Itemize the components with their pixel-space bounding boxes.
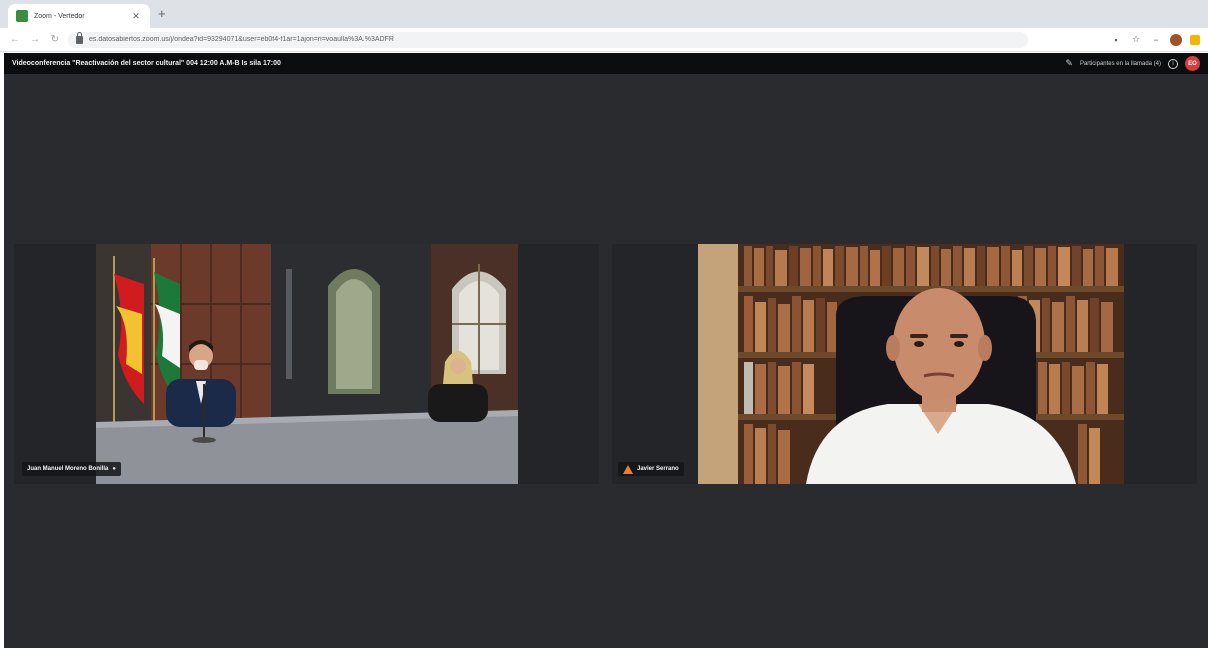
back-icon[interactable]: ← [8,34,22,45]
mic-icon: ● [112,466,116,472]
warning-icon [623,464,633,474]
url-text: es.datosabiertos.zoom.us/j/ondea?id=9329… [89,36,394,43]
meeting-title: Videoconferencia "Reactivación del secto… [12,60,281,67]
bookmark-star-icon[interactable]: ☆ [1130,34,1142,45]
info-icon[interactable]: i [1168,58,1178,69]
participant-name: Javier Serrano [637,466,679,472]
user-avatar[interactable]: EO [1185,56,1200,71]
browser-tab[interactable]: Zoom - Vertedor ✕ [8,4,150,28]
browser-toolbar: ← → ↻ es.datosabiertos.zoom.us/j/ondea?i… [0,28,1208,52]
forward-icon[interactable]: → [28,34,42,45]
participant-name-tag: Javier Serrano [618,462,684,476]
participant-video [96,244,518,484]
participant-tile[interactable]: Juan Manuel Moreno Bonilla ● [14,244,599,484]
minus-icon[interactable]: − [1150,35,1162,45]
tab-title: Zoom - Vertedor [34,12,85,20]
reload-icon[interactable]: ↻ [48,34,62,45]
profile-avatar[interactable] [1170,33,1182,46]
edit-icon[interactable]: ✎ [1065,58,1073,69]
participants-button[interactable]: Participantes en la llamada (4) [1080,61,1161,67]
page-favicon-icon [16,10,28,22]
extension-icon[interactable] [1190,34,1200,45]
meeting-header: Videoconferencia "Reactivación del secto… [4,53,1208,74]
video-feed-council-room [96,244,518,484]
address-bar[interactable]: es.datosabiertos.zoom.us/j/ondea?id=9329… [68,31,1028,48]
close-tab-icon[interactable]: ✕ [130,11,142,22]
browser-tab-strip: Zoom - Vertedor ✕ + [0,0,1208,28]
participant-video [698,244,1124,484]
toolbar-actions: ▪ ☆ − [1110,33,1200,46]
new-tab-icon[interactable]: + [158,7,166,21]
video-stage: Juan Manuel Moreno Bonilla ● Javier Serr… [4,74,1208,648]
meeting-header-actions: ✎ Participantes en la llamada (4) i EO [1065,56,1200,71]
camera-permission-icon[interactable]: ▪ [1110,35,1122,45]
participant-name-tag: Juan Manuel Moreno Bonilla ● [22,462,121,476]
participant-tile[interactable]: Javier Serrano [612,244,1197,484]
lock-icon [76,31,83,44]
participant-name: Juan Manuel Moreno Bonilla [27,466,109,472]
video-feed-library [698,244,1124,484]
